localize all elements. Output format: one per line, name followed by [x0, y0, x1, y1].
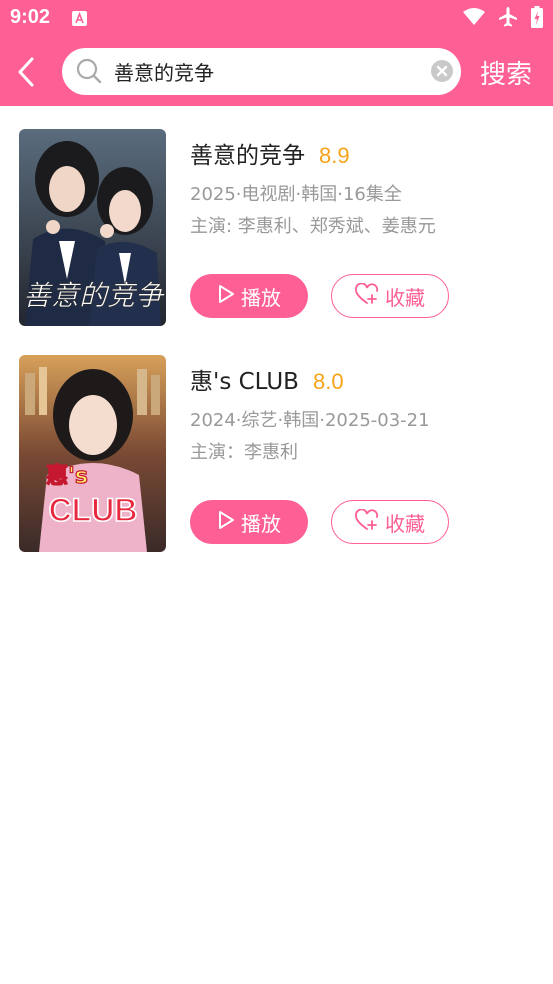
status-time: 9:02 [10, 6, 51, 28]
heart-add-icon [355, 508, 379, 536]
play-icon [217, 510, 235, 535]
result-title[interactable]: 善意的竞争 [190, 136, 305, 170]
result-item[interactable]: 惠's CLUB 惠's CLUB 8.0 2024·综艺·韩国·2025-03… [0, 354, 553, 554]
result-cast: 主演：李惠利 [190, 442, 298, 463]
poster-image[interactable]: 善意的竞争 [19, 129, 166, 326]
play-button[interactable]: 播放 [190, 500, 308, 544]
poster-title-text: 善意的竞争 [23, 279, 165, 312]
title-row: 惠's CLUB 8.0 [190, 362, 344, 396]
heart-add-icon [355, 282, 379, 310]
favorite-label: 收藏 [385, 285, 425, 310]
result-cast: 主演: 李惠利、郑秀斌、姜惠元 [190, 216, 436, 237]
keyboard-notification-icon [72, 11, 87, 26]
clear-search-icon[interactable] [431, 60, 453, 82]
airplane-mode-icon [497, 6, 519, 32]
search-input[interactable] [114, 55, 414, 87]
app-header: 9:02 搜索 [0, 0, 553, 106]
result-score: 8.9 [319, 143, 350, 168]
result-item[interactable]: 善意的竞争 善意的竞争 8.9 2025·电视剧·韩国·16集全 主演: 李惠利… [0, 128, 553, 328]
back-button[interactable] [14, 56, 42, 88]
play-icon [217, 284, 235, 309]
favorite-button[interactable]: 收藏 [331, 274, 449, 318]
favorite-button[interactable]: 收藏 [331, 500, 449, 544]
play-label: 播放 [241, 511, 281, 536]
title-row: 善意的竞争 8.9 [190, 136, 350, 170]
battery-icon [531, 6, 543, 32]
poster-image[interactable]: 惠's CLUB [19, 355, 166, 552]
favorite-label: 收藏 [385, 511, 425, 536]
search-box [62, 48, 461, 95]
wifi-icon [463, 8, 485, 30]
result-info: 2025·电视剧·韩国·16集全 [190, 184, 402, 205]
result-title[interactable]: 惠's CLUB [190, 362, 299, 396]
status-bar: 9:02 [0, 0, 553, 38]
play-label: 播放 [241, 285, 281, 310]
search-button[interactable]: 搜索 [480, 54, 532, 91]
poster-title-text: 惠's [46, 464, 88, 489]
poster-subtitle-text: CLUB [49, 492, 138, 528]
result-info: 2024·综艺·韩国·2025-03-21 [190, 410, 430, 431]
result-score: 8.0 [312, 369, 344, 394]
search-icon [76, 58, 102, 88]
play-button[interactable]: 播放 [190, 274, 308, 318]
